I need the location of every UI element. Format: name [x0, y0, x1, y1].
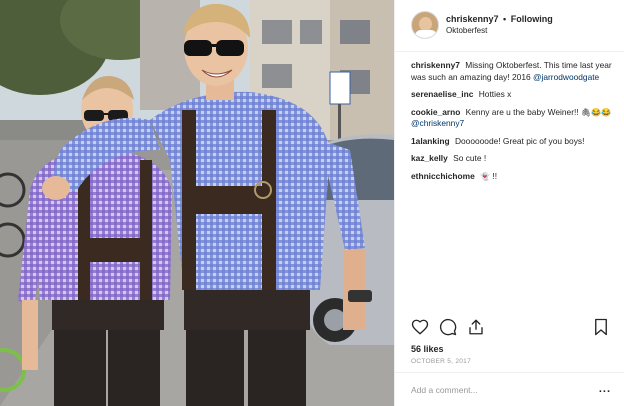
header-user-row: chriskenny7 • Following — [446, 14, 553, 24]
comment-emoji: 🖇😂😂 — [580, 107, 612, 117]
like-count[interactable]: 56 likes — [411, 344, 444, 354]
comment-item: ethnicchichome 👻 !! — [411, 171, 617, 183]
comment-item: cookie_arno Kenny are u the baby Weiner!… — [411, 107, 617, 130]
comment-emoji: 👻 — [480, 171, 491, 181]
comment-item: serenaelise_inc Hotties x — [411, 89, 617, 101]
comment-text: So cute ! — [453, 153, 487, 163]
post-author[interactable]: chriskenny7 — [446, 14, 499, 24]
comment-author[interactable]: serenaelise_inc — [411, 89, 473, 99]
post-photo[interactable] — [0, 0, 394, 406]
comment-text: Hotties x — [478, 89, 512, 99]
bookmark-icon[interactable] — [593, 318, 609, 341]
more-options-button[interactable]: ... — [599, 383, 611, 395]
comment-author[interactable]: kaz_kelly — [411, 153, 448, 163]
comment-author[interactable]: chriskenny7 — [411, 60, 460, 70]
photo-illustration — [0, 0, 394, 406]
separator-dot: • — [503, 14, 507, 24]
comment-text: Kenny are u the baby Weiner!! — [465, 106, 579, 117]
heart-icon[interactable] — [411, 318, 429, 341]
post-sidebar: chriskenny7 • Following Oktoberfest chri… — [394, 0, 624, 406]
following-button[interactable]: Following — [511, 14, 553, 24]
avatar-shirt — [415, 30, 437, 38]
comment-text: !! — [492, 170, 498, 181]
comment-author[interactable]: ethnicchichome — [411, 171, 475, 181]
comment-mention[interactable]: @jarrodwoodgate — [533, 72, 599, 82]
post-location[interactable]: Oktoberfest — [446, 26, 487, 35]
add-comment-bar: ... — [395, 372, 624, 406]
comment-input[interactable] — [411, 382, 581, 398]
comment-icon[interactable] — [439, 318, 457, 341]
comments-list: chriskenny7 Missing Oktoberfest. This ti… — [411, 60, 617, 188]
comment-text: Doooooode! Great pic of you boys! — [454, 135, 585, 146]
comment-mention[interactable]: @chriskenny7 — [411, 118, 464, 128]
comment-item: kaz_kelly So cute ! — [411, 153, 617, 165]
comment-item: 1alanking Doooooode! Great pic of you bo… — [411, 136, 617, 148]
comment-author[interactable]: cookie_arno — [411, 107, 460, 117]
action-bar — [395, 316, 624, 340]
avatar[interactable] — [411, 11, 439, 39]
comment-item: chriskenny7 Missing Oktoberfest. This ti… — [411, 60, 617, 83]
post-date: OCTOBER 5, 2017 — [411, 358, 472, 365]
post-header: chriskenny7 • Following Oktoberfest — [395, 0, 624, 52]
comment-author[interactable]: 1alanking — [411, 136, 450, 146]
share-icon[interactable] — [467, 318, 485, 341]
avatar-face — [419, 17, 432, 31]
